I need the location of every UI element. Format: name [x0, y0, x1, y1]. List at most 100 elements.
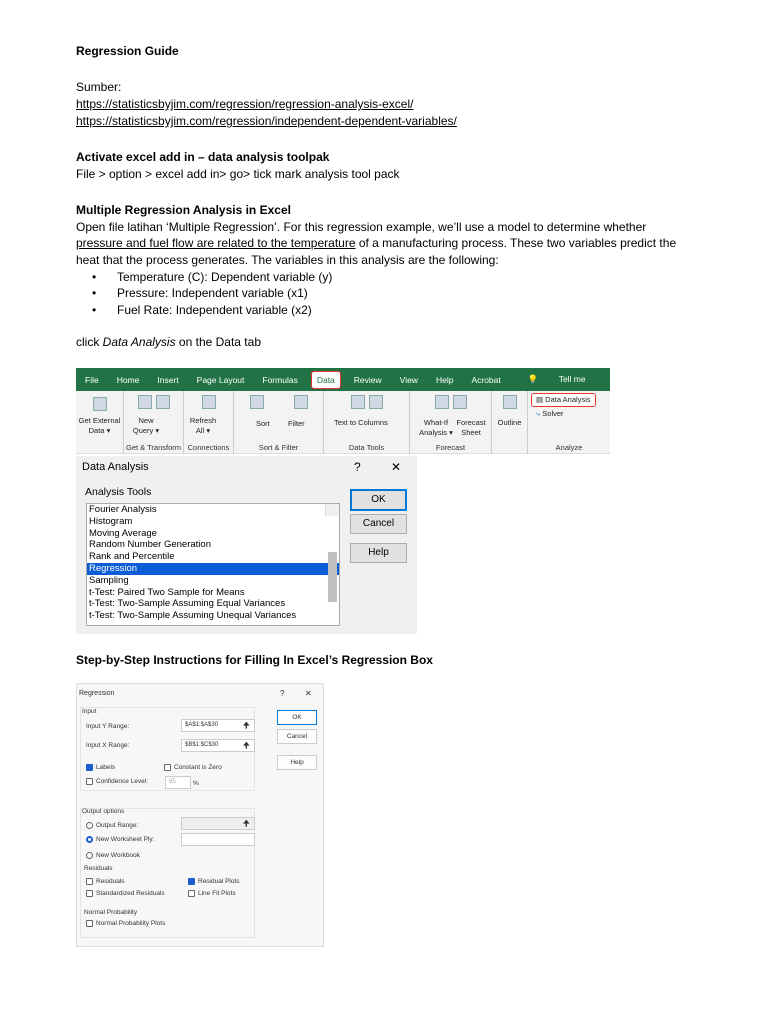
tab-file[interactable]: File	[76, 375, 108, 385]
label: Residual Plots	[198, 878, 240, 886]
new-worksheet-radio[interactable]: New Worksheet Ply:	[86, 836, 154, 843]
output-range-radio[interactable]: Output Range:	[86, 822, 138, 829]
new-workbook-radio[interactable]: New Workbook	[86, 852, 140, 859]
ok-button[interactable]: OK	[277, 710, 317, 725]
collapse-range-icon[interactable]: 🠉	[243, 740, 250, 754]
confidence-input[interactable]: 95	[165, 776, 191, 789]
help-button[interactable]: Help	[350, 543, 407, 563]
source-link-2[interactable]: https://statisticsbyjim.com/regression/i…	[76, 113, 457, 129]
labels-checkbox[interactable]: Labels	[86, 764, 115, 771]
residuals-label: Residuals	[84, 865, 113, 872]
scrollbar[interactable]	[325, 504, 339, 602]
tab-acrobat[interactable]: Acrobat	[462, 375, 509, 385]
group-label: Connections	[187, 443, 230, 452]
x-range-label: Input X Range:	[86, 742, 130, 749]
input-label: Input	[82, 708, 97, 715]
regression-dialog: Regression ? ✕ Input Input Y Range: $A$1…	[76, 683, 324, 947]
list-item[interactable]: Random Number Generation	[87, 539, 339, 551]
heading-steps: Step-by-Step Instructions for Filling In…	[76, 653, 433, 667]
label: Standardized Residuals	[96, 890, 165, 898]
list-item[interactable]: Rank and Percentile	[87, 551, 339, 563]
cancel-button[interactable]: Cancel	[350, 514, 407, 534]
help-button[interactable]: Help	[277, 755, 317, 770]
data-analysis-button[interactable]: ▤ Data Analysis	[531, 393, 596, 407]
tab-review[interactable]: Review	[345, 375, 391, 385]
button-label: Data Analysis	[545, 395, 591, 404]
close-icon[interactable]: ✕	[305, 689, 312, 698]
get-external-data-button[interactable]: Get External Data ▾	[76, 416, 123, 436]
analysis-tools-label: Analysis Tools	[85, 486, 152, 498]
help-icon[interactable]: ?	[354, 460, 361, 474]
group-label: Analyze	[555, 443, 583, 452]
radio[interactable]	[86, 852, 93, 859]
checkbox[interactable]	[188, 890, 195, 897]
checkbox[interactable]	[86, 920, 93, 927]
checkbox-checked[interactable]	[86, 764, 93, 771]
new-query-icon	[137, 395, 152, 409]
label: Confidence Level:	[96, 778, 149, 786]
emphasis: Data Analysis	[102, 335, 176, 349]
confidence-checkbox[interactable]: Confidence Level:	[86, 778, 148, 785]
filter-button[interactable]: Filter	[288, 419, 305, 429]
tab-insert[interactable]: Insert	[148, 375, 187, 385]
activate-text: File > option > excel add in> go> tick m…	[76, 167, 400, 181]
constant-zero-checkbox[interactable]: Constant is Zero	[164, 764, 222, 771]
new-worksheet-input[interactable]	[181, 833, 255, 846]
checkbox[interactable]	[86, 778, 93, 785]
forecast-sheet-button[interactable]: Forecast Sheet	[456, 418, 486, 438]
tab-data[interactable]: Data	[310, 370, 341, 389]
tab-page-layout[interactable]: Page Layout	[188, 375, 254, 385]
ok-button[interactable]: OK	[350, 489, 407, 511]
list-item-selected[interactable]: Regression	[87, 562, 339, 575]
button-label: Solver	[542, 409, 564, 418]
list-item[interactable]: Sampling	[87, 575, 339, 587]
source-label: Sumber:	[76, 80, 122, 94]
paragraph-line: Open file latihan ‘Multiple Regression’.…	[76, 220, 647, 234]
tab-home[interactable]: Home	[108, 375, 149, 385]
outline-button[interactable]: Outline	[492, 418, 527, 428]
filter-icon	[293, 395, 308, 409]
cancel-button[interactable]: Cancel	[277, 729, 317, 744]
collapse-range-icon[interactable]: 🠉	[243, 720, 250, 734]
standardized-residuals-checkbox[interactable]: Standardized Residuals	[86, 890, 165, 897]
list-item[interactable]: Histogram	[87, 516, 339, 528]
list-item[interactable]: Moving Average	[87, 528, 339, 540]
text-to-columns-icon	[350, 395, 365, 409]
collapse-range-icon[interactable]: 🠉	[243, 818, 250, 832]
checkbox-checked[interactable]	[188, 878, 195, 885]
tab-tell-me[interactable]: 💡 Tell me	[510, 374, 604, 385]
what-if-analysis-button[interactable]: What-If Analysis ▾	[418, 418, 454, 438]
help-icon[interactable]: ?	[280, 689, 284, 698]
label: Normal Probability Plots	[96, 920, 166, 928]
normal-probability-checkbox[interactable]: Normal Probability Plots	[86, 920, 165, 927]
sort-button[interactable]: Sort	[256, 419, 270, 429]
new-query-button[interactable]: New Query ▾	[128, 416, 164, 436]
residual-plots-checkbox[interactable]: Residual Plots	[188, 878, 240, 885]
line-fit-plots-checkbox[interactable]: Line Fit Plots	[188, 890, 236, 897]
list-item[interactable]: t-Test: Two-Sample Assuming Equal Varian…	[87, 598, 339, 610]
close-icon[interactable]: ✕	[391, 460, 401, 474]
checkbox[interactable]	[86, 878, 93, 885]
radio-selected[interactable]	[86, 836, 93, 843]
excel-ribbon-screenshot: File Home Insert Page Layout Formulas Da…	[76, 368, 610, 454]
list-item[interactable]: t-Test: Paired Two Sample for Means	[87, 587, 339, 599]
analysis-tools-list[interactable]: Fourier Analysis Histogram Moving Averag…	[86, 503, 340, 626]
solver-button[interactable]: ⤷ Solver	[536, 409, 564, 419]
scrollbar-thumb[interactable]	[328, 552, 337, 602]
tab-help[interactable]: Help	[427, 375, 462, 385]
list-item[interactable]: Fourier Analysis	[87, 504, 339, 516]
checkbox[interactable]	[86, 890, 93, 897]
tab-formulas[interactable]: Formulas	[253, 375, 306, 385]
refresh-all-button[interactable]: Refresh All ▾	[186, 416, 220, 436]
residuals-checkbox[interactable]: Residuals	[86, 878, 125, 885]
heading-activate: Activate excel add in – data analysis to…	[76, 150, 330, 164]
analyze-group: ▤ Data Analysis ⤷ Solver Analyze	[528, 391, 610, 454]
paragraph-line: pressure and fuel flow are related to th…	[76, 235, 676, 251]
outline-group: Outline	[492, 391, 528, 454]
tab-view[interactable]: View	[391, 375, 427, 385]
radio[interactable]	[86, 822, 93, 829]
list-item[interactable]: t-Test: Two-Sample Assuming Unequal Vari…	[87, 610, 339, 622]
text-to-columns-button[interactable]: Text to Columns	[334, 418, 388, 428]
checkbox[interactable]	[164, 764, 171, 771]
source-link-1[interactable]: https://statisticsbyjim.com/regression/r…	[76, 96, 413, 112]
